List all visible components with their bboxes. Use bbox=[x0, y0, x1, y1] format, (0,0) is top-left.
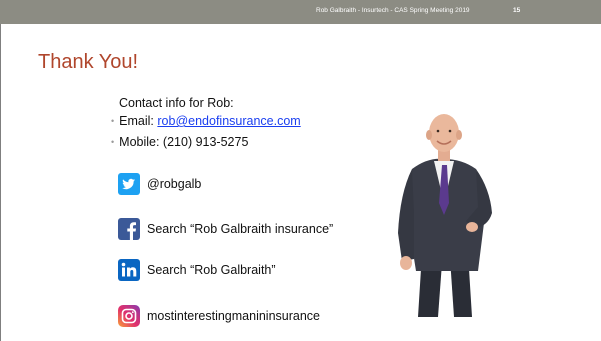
page-number: 15 bbox=[513, 7, 521, 14]
bullet-icon: • bbox=[111, 137, 115, 147]
mobile-item: • Mobile: (210) 913-5275 bbox=[111, 135, 248, 149]
bullet-icon: • bbox=[111, 116, 115, 126]
contact-heading: Contact info for Rob: bbox=[119, 96, 234, 110]
speaker-photo bbox=[392, 103, 495, 318]
facebook-icon bbox=[118, 218, 140, 240]
email-link[interactable]: rob@endofinsurance.com bbox=[157, 114, 300, 128]
twitter-handle: @robgalb bbox=[147, 177, 202, 191]
email-label: Email: bbox=[119, 114, 154, 128]
mobile-text: Mobile: (210) 913-5275 bbox=[119, 135, 249, 149]
instagram-icon bbox=[118, 305, 140, 327]
slide-frame-left bbox=[0, 24, 1, 341]
slide-title: Thank You! bbox=[38, 51, 139, 73]
email-item: • Email: rob@endofinsurance.com bbox=[111, 114, 301, 128]
linkedin-icon bbox=[118, 259, 140, 281]
instagram-handle: mostinterestingmanininsurance bbox=[147, 309, 321, 323]
linkedin-search-text: Search “Rob Galbraith” bbox=[147, 263, 276, 277]
facebook-search-text: Search “Rob Galbraith insurance” bbox=[147, 222, 334, 236]
twitter-icon bbox=[118, 173, 140, 195]
header-bar: Rob Galbraith - Insurtech - CAS Spring M… bbox=[0, 0, 601, 24]
